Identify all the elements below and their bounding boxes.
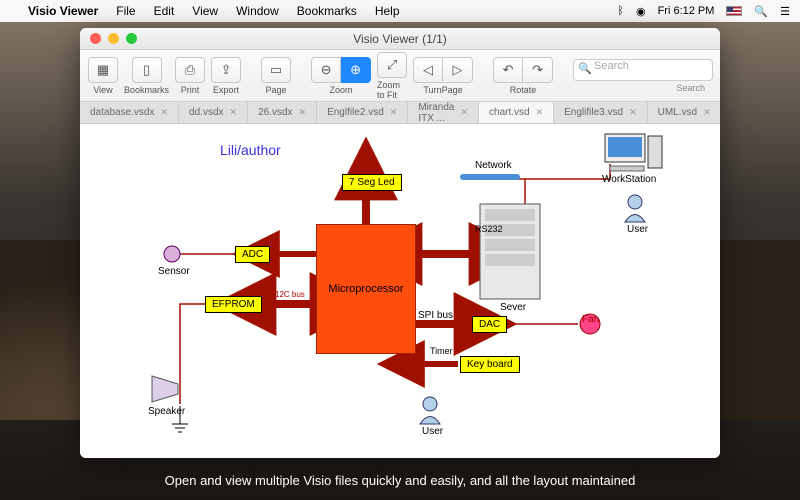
tab-dd[interactable]: dd.vsdx✕ xyxy=(179,102,248,123)
bookmarks-button[interactable]: ▯ xyxy=(132,57,162,83)
tab-englfile2[interactable]: Englfile2.vsd✕ xyxy=(317,102,408,123)
label-sensor: Sensor xyxy=(158,266,190,277)
zoom-out-button[interactable]: ⊖ xyxy=(311,57,341,83)
close-icon[interactable]: ✕ xyxy=(703,107,711,118)
mac-menubar: Visio Viewer File Edit View Window Bookm… xyxy=(0,0,800,22)
menubar-app[interactable]: Visio Viewer xyxy=(28,4,98,18)
label-speaker: Speaker xyxy=(148,406,185,417)
page-button[interactable]: ▭ xyxy=(261,57,291,83)
wifi-icon[interactable]: ◉ xyxy=(636,5,646,18)
block-dac: DAC xyxy=(472,316,507,333)
close-icon[interactable]: ✕ xyxy=(629,107,637,118)
tab-uml[interactable]: UML.vsd✕ xyxy=(648,102,720,123)
window-titlebar[interactable]: Visio Viewer (1/1) xyxy=(80,28,720,50)
tabbar: database.vsdx✕ dd.vsdx✕ 26.vsdx✕ Englfil… xyxy=(80,102,720,124)
input-source-icon[interactable] xyxy=(726,6,742,16)
export-button[interactable]: ⇪ xyxy=(211,57,241,83)
menubar-clock[interactable]: Fri 6:12 PM xyxy=(658,5,715,17)
microprocessor-block: Microprocessor xyxy=(316,224,416,354)
rotate-right-button[interactable]: ↷ xyxy=(523,57,553,83)
prev-page-button[interactable]: ◁ xyxy=(413,57,443,83)
diagram-canvas[interactable]: Lili/author Microprocessor 7 Seg Led ADC… xyxy=(80,124,720,458)
toolbar: ▦View ▯Bookmarks ⎙Print ⇪Export ▭Page ⊖⊕… xyxy=(80,50,720,102)
print-button[interactable]: ⎙ xyxy=(175,57,205,83)
label-user2: User xyxy=(627,224,648,235)
label-12c: 12C bus xyxy=(275,290,305,299)
zoom-in-button[interactable]: ⊕ xyxy=(341,57,371,83)
label-user: User xyxy=(422,426,443,437)
label-fan: Fan xyxy=(582,314,599,325)
close-icon[interactable]: ✕ xyxy=(161,107,169,118)
block-efprom: EFPROM xyxy=(205,296,262,313)
diagram-author: Lili/author xyxy=(220,142,281,158)
tab-26[interactable]: 26.vsdx✕ xyxy=(248,102,317,123)
close-icon[interactable]: ✕ xyxy=(460,107,468,118)
tab-chart[interactable]: chart.vsd✕ xyxy=(479,102,554,123)
label-sever: Sever xyxy=(500,302,526,313)
tab-miranda[interactable]: Miranda ITX ...✕ xyxy=(408,102,479,123)
zoom-fit-button[interactable]: ⤢ xyxy=(377,52,407,78)
block-keyboard: Key board xyxy=(460,356,520,373)
tab-database[interactable]: database.vsdx✕ xyxy=(80,102,179,123)
label-network: Network xyxy=(475,160,512,171)
menu-help[interactable]: Help xyxy=(375,4,400,18)
label-spi: SPI bus xyxy=(418,310,453,321)
label-rs232: RS232 xyxy=(475,224,503,234)
spotlight-icon[interactable]: 🔍 xyxy=(754,5,768,18)
block-7seg: 7 Seg Led xyxy=(342,174,402,191)
bluetooth-icon[interactable]: ᛒ xyxy=(617,5,624,17)
close-icon[interactable]: ✕ xyxy=(230,107,238,118)
window-title: Visio Viewer (1/1) xyxy=(80,32,720,46)
app-window: Visio Viewer (1/1) ▦View ▯Bookmarks ⎙Pri… xyxy=(80,28,720,458)
close-icon[interactable]: ✕ xyxy=(390,107,398,118)
menu-window[interactable]: Window xyxy=(236,4,279,18)
next-page-button[interactable]: ▷ xyxy=(443,57,473,83)
caption: Open and view multiple Visio files quick… xyxy=(0,473,800,488)
close-icon[interactable]: ✕ xyxy=(536,107,544,118)
close-icon[interactable]: ✕ xyxy=(299,107,307,118)
rotate-left-button[interactable]: ↶ xyxy=(493,57,523,83)
notification-center-icon[interactable]: ☰ xyxy=(780,5,790,18)
menu-edit[interactable]: Edit xyxy=(154,4,175,18)
search-input[interactable]: Search xyxy=(573,59,713,81)
menu-bookmarks[interactable]: Bookmarks xyxy=(297,4,357,18)
tab-englifile3[interactable]: Englifile3.vsd✕ xyxy=(554,102,647,123)
label-timer: Timer xyxy=(430,346,453,356)
menu-file[interactable]: File xyxy=(116,4,135,18)
label-workstation: WorkStation xyxy=(602,174,656,185)
view-button[interactable]: ▦ xyxy=(88,57,118,83)
menu-view[interactable]: View xyxy=(192,4,218,18)
block-adc: ADC xyxy=(235,246,270,263)
